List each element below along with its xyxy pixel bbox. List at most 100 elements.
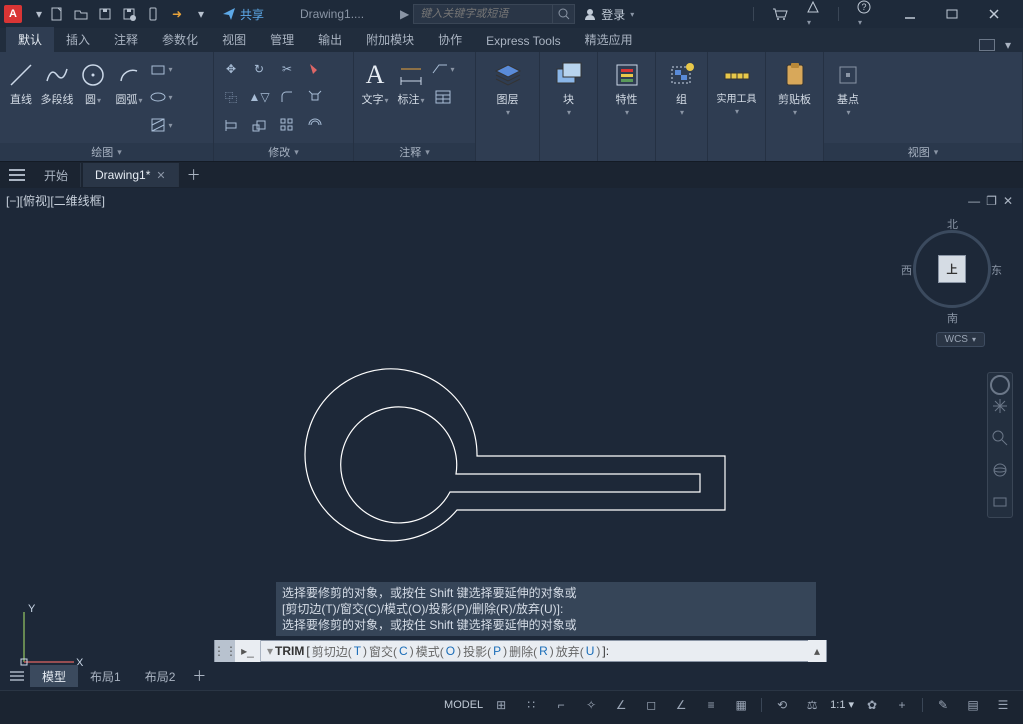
search-icon[interactable]: [553, 4, 575, 24]
block-button[interactable]: 块▾: [549, 56, 589, 139]
app-menu-dropdown[interactable]: ▾: [30, 5, 48, 23]
customize-icon[interactable]: ☰: [991, 694, 1015, 716]
dimension-button[interactable]: 标注▾: [394, 56, 428, 139]
scale-icon[interactable]: [246, 112, 272, 138]
tab-parametric[interactable]: 参数化: [150, 27, 210, 52]
annomonitor-icon[interactable]: +: [890, 694, 914, 716]
tab-default[interactable]: 默认: [6, 27, 54, 52]
trim-icon[interactable]: ✂: [274, 56, 300, 82]
vp-close-icon[interactable]: ✕: [1003, 194, 1013, 208]
tab-manage[interactable]: 管理: [258, 27, 306, 52]
lineweight-icon[interactable]: ≡: [699, 694, 723, 716]
move-icon[interactable]: ✥: [218, 56, 244, 82]
mirror-icon[interactable]: ▲▽: [246, 84, 272, 110]
circle-button[interactable]: 圆▾: [76, 56, 110, 139]
close-icon[interactable]: ✕: [156, 169, 165, 182]
viewcube[interactable]: 上 北 南 东 西: [907, 218, 997, 318]
steering-wheel-icon[interactable]: [990, 375, 1010, 395]
cmdline-options-icon[interactable]: ▸_: [235, 640, 261, 662]
annoscale-icon[interactable]: ⚖: [800, 694, 824, 716]
ribbon-collapse-icon[interactable]: ▾: [1005, 38, 1011, 52]
rotate-icon[interactable]: ↻: [246, 56, 272, 82]
tab-view[interactable]: 视图: [210, 27, 258, 52]
erase-icon[interactable]: [302, 56, 328, 82]
vp-restore-icon[interactable]: ❐: [986, 194, 997, 208]
navigation-bar[interactable]: [987, 372, 1013, 518]
viewport-label[interactable]: [−][俯视][二维线框]: [6, 192, 105, 209]
qat-dropdown-icon[interactable]: ▾: [192, 5, 210, 23]
cmdline-grip-icon[interactable]: ⋮⋮: [215, 640, 235, 662]
share-button[interactable]: 共享: [222, 6, 264, 23]
wcs-dropdown[interactable]: WCS▾: [936, 332, 985, 347]
snap-icon[interactable]: ∷: [519, 694, 543, 716]
table-icon[interactable]: [430, 84, 456, 110]
group-button[interactable]: 组▾: [662, 56, 702, 139]
utilities-button[interactable]: 实用工具▾: [717, 56, 757, 139]
cart-icon[interactable]: [772, 7, 788, 21]
layout-tab-model[interactable]: 模型: [30, 665, 78, 687]
clipboard-button[interactable]: 剪贴板▾: [775, 56, 815, 139]
signin-button[interactable]: 登录 ▾: [583, 6, 634, 23]
tab-express[interactable]: Express Tools: [474, 30, 572, 52]
search-input[interactable]: [413, 4, 553, 24]
phone-icon[interactable]: [144, 5, 162, 23]
minimize-button[interactable]: [889, 0, 931, 28]
leader-icon[interactable]: ▾: [430, 56, 456, 82]
tab-output[interactable]: 输出: [306, 27, 354, 52]
ortho-icon[interactable]: ⌐: [549, 694, 573, 716]
scale-button[interactable]: 1:1 ▾: [830, 698, 854, 711]
tab-insert[interactable]: 插入: [54, 27, 102, 52]
layout-add-button[interactable]: ＋: [187, 666, 211, 686]
fillet-icon[interactable]: [274, 84, 300, 110]
zoom-icon[interactable]: [991, 429, 1009, 447]
line-button[interactable]: 直线: [4, 56, 38, 139]
new-icon[interactable]: [48, 5, 66, 23]
arrow-right-icon[interactable]: ➜: [168, 5, 186, 23]
basepoint-button[interactable]: 基点▾: [828, 56, 868, 139]
command-line[interactable]: ⋮⋮ ▸_ ▾ TRIM [剪切边(T) 窗交(C) 模式(O) 投影(P) 删…: [214, 640, 827, 662]
copy-icon[interactable]: ⿻: [218, 84, 244, 110]
vp-minimize-icon[interactable]: —: [968, 194, 980, 208]
maximize-button[interactable]: [931, 0, 973, 28]
stretch-icon[interactable]: [218, 112, 244, 138]
layout-tab-1[interactable]: 布局1: [78, 665, 133, 687]
cmdline-recent-icon[interactable]: ▴: [808, 640, 826, 662]
properties-button[interactable]: 特性▾: [607, 56, 647, 139]
tab-annotate[interactable]: 注释: [102, 27, 150, 52]
text-button[interactable]: A 文字▾: [358, 56, 392, 139]
workspace-icon[interactable]: ✿: [860, 694, 884, 716]
pan-icon[interactable]: [991, 397, 1009, 415]
layout-tab-2[interactable]: 布局2: [133, 665, 188, 687]
quickprops-icon[interactable]: ▤: [961, 694, 985, 716]
tab-featured[interactable]: 精选应用: [573, 27, 645, 52]
layout-menu-icon[interactable]: [4, 671, 30, 681]
showmotion-icon[interactable]: [991, 493, 1009, 511]
isodraft-icon[interactable]: ∠: [609, 694, 633, 716]
layer-button[interactable]: 图层▾: [488, 56, 528, 139]
tab-start[interactable]: 开始: [32, 163, 81, 187]
hatch-icon[interactable]: ▾: [148, 112, 174, 138]
offset-icon[interactable]: [302, 112, 328, 138]
array-icon[interactable]: [274, 112, 300, 138]
polyline-button[interactable]: 多段线: [40, 56, 74, 139]
app-icon[interactable]: A: [4, 5, 22, 23]
selection-cycle-icon[interactable]: ⟲: [770, 694, 794, 716]
polar-icon[interactable]: ✧: [579, 694, 603, 716]
autodesk-icon[interactable]: ▾: [806, 0, 820, 28]
save-icon[interactable]: [96, 5, 114, 23]
transparency-icon[interactable]: ▦: [729, 694, 753, 716]
orbit-icon[interactable]: [991, 461, 1009, 479]
open-icon[interactable]: [72, 5, 90, 23]
tab-drawing1[interactable]: Drawing1*✕: [83, 163, 179, 187]
ellipse-icon[interactable]: ▾: [148, 84, 174, 110]
close-button[interactable]: [973, 0, 1015, 28]
ribbon-box-icon[interactable]: [979, 39, 995, 51]
grid-icon[interactable]: ⊞: [489, 694, 513, 716]
saveas-icon[interactable]: [120, 5, 138, 23]
units-icon[interactable]: ✎: [931, 694, 955, 716]
add-tab-button[interactable]: ＋: [181, 162, 207, 188]
menu-icon[interactable]: [4, 162, 30, 188]
model-space-button[interactable]: MODEL: [444, 699, 483, 711]
viewcube-top[interactable]: 上: [938, 255, 966, 283]
explode-icon[interactable]: [302, 84, 328, 110]
